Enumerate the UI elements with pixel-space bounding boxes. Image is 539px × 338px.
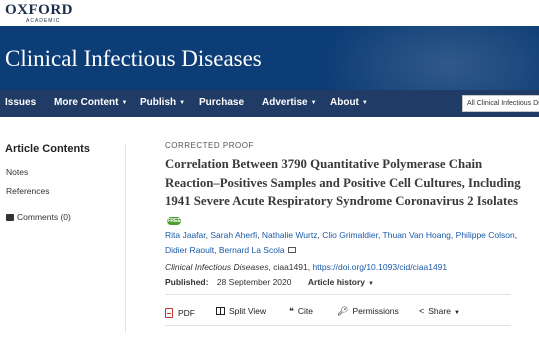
- sidebar-link-notes[interactable]: Notes: [6, 167, 28, 177]
- comments-label: Comments (0): [17, 212, 71, 222]
- nav-about[interactable]: About ▼: [330, 97, 368, 108]
- toolbar-divider-top: [165, 294, 511, 295]
- nav-more-content[interactable]: More Content ▼: [54, 97, 127, 108]
- article-id: ciaa1491: [273, 262, 308, 272]
- citation-line: Clinical Infectious Diseases, ciaa1491, …: [165, 262, 448, 272]
- pdf-button[interactable]: PDF: [165, 306, 195, 318]
- article-title-text: Correlation Between 3790 Quantitative Po…: [165, 157, 521, 208]
- article-history-toggle[interactable]: Article history ▼: [308, 277, 374, 287]
- author-link[interactable]: Clio Grimaldier: [322, 230, 378, 240]
- cite-button[interactable]: ❝ Cite: [289, 306, 313, 317]
- article-sidebar: Article Contents Notes References Commen…: [0, 117, 130, 338]
- chevron-down-icon: ▼: [179, 100, 186, 106]
- author-link[interactable]: Nathalie Wurtz: [262, 230, 318, 240]
- share-icon: <: [419, 306, 425, 316]
- nav-issues[interactable]: Issues: [5, 97, 36, 108]
- article-contents-heading: Article Contents: [5, 143, 90, 155]
- share-button[interactable]: < Share ▼: [419, 306, 460, 316]
- chevron-down-icon: ▼: [368, 281, 374, 287]
- author-link[interactable]: Thuan Van Hoang: [383, 230, 451, 240]
- author-link[interactable]: Didier Raoult: [165, 245, 214, 255]
- comment-icon: [6, 214, 14, 221]
- split-view-button[interactable]: Split View: [216, 306, 266, 316]
- chevron-down-icon: ▼: [121, 100, 128, 106]
- oxford-logo[interactable]: OXFORD: [5, 2, 73, 19]
- article-toolbar: PDF Split View ❝ Cite 🔑︎ Permissions < Shar…: [165, 303, 525, 323]
- chevron-down-icon: ▼: [361, 100, 368, 106]
- nav-advertise[interactable]: Advertise ▼: [262, 97, 317, 108]
- author-list: Rita Jaafar, Sarah Aherfi, Nathalie Wurt…: [165, 230, 518, 255]
- author-link[interactable]: Bernard La Scola: [219, 245, 285, 255]
- pdf-icon: [165, 308, 173, 318]
- email-icon[interactable]: [287, 247, 296, 253]
- banner-glow: [319, 26, 539, 90]
- published-date: 28 September 2020: [216, 277, 292, 287]
- search-scope-select[interactable]: All Clinical Infectious Dis: [462, 95, 539, 112]
- nav-purchase[interactable]: Purchase: [199, 97, 244, 108]
- citation-journal: Clinical Infectious Diseases: [165, 262, 269, 272]
- journal-banner: Clinical Infectious Diseases: [0, 26, 539, 90]
- article-title: Correlation Between 3790 Quantitative Po…: [165, 155, 525, 229]
- author-link[interactable]: Sarah Aherfi: [210, 230, 257, 240]
- doi-link[interactable]: https://doi.org/10.1093/cid/ciaa1491: [312, 262, 447, 272]
- sidebar-divider: [125, 143, 126, 333]
- author-link[interactable]: Philippe Colson: [456, 230, 515, 240]
- free-badge: FREE: [167, 216, 181, 225]
- toolbar-divider-bottom: [165, 325, 511, 326]
- published-label: Published:: [165, 277, 209, 287]
- split-view-icon: [216, 307, 225, 315]
- journal-title[interactable]: Clinical Infectious Diseases: [5, 46, 262, 72]
- sidebar-link-references[interactable]: References: [6, 186, 49, 196]
- article-status: CORRECTED PROOF: [165, 141, 254, 150]
- author-link[interactable]: Rita Jaafar: [165, 230, 206, 240]
- publication-line: Published: 28 September 2020 Article his…: [165, 277, 374, 287]
- nav-publish[interactable]: Publish ▼: [140, 97, 185, 108]
- chevron-down-icon: ▼: [453, 310, 460, 316]
- comments-link[interactable]: Comments (0): [6, 212, 71, 222]
- permissions-button[interactable]: 🔑︎ Permissions: [337, 306, 399, 317]
- main-nav: Issues More Content ▼ Publish ▼ Purchase A…: [0, 90, 539, 117]
- key-icon: 🔑︎: [337, 306, 349, 316]
- logo-bar: OXFORD ACADEMIC: [0, 0, 539, 26]
- chevron-down-icon: ▼: [310, 100, 317, 106]
- quote-icon: ❝: [289, 306, 294, 316]
- oxford-academic-label: ACADEMIC: [26, 18, 61, 24]
